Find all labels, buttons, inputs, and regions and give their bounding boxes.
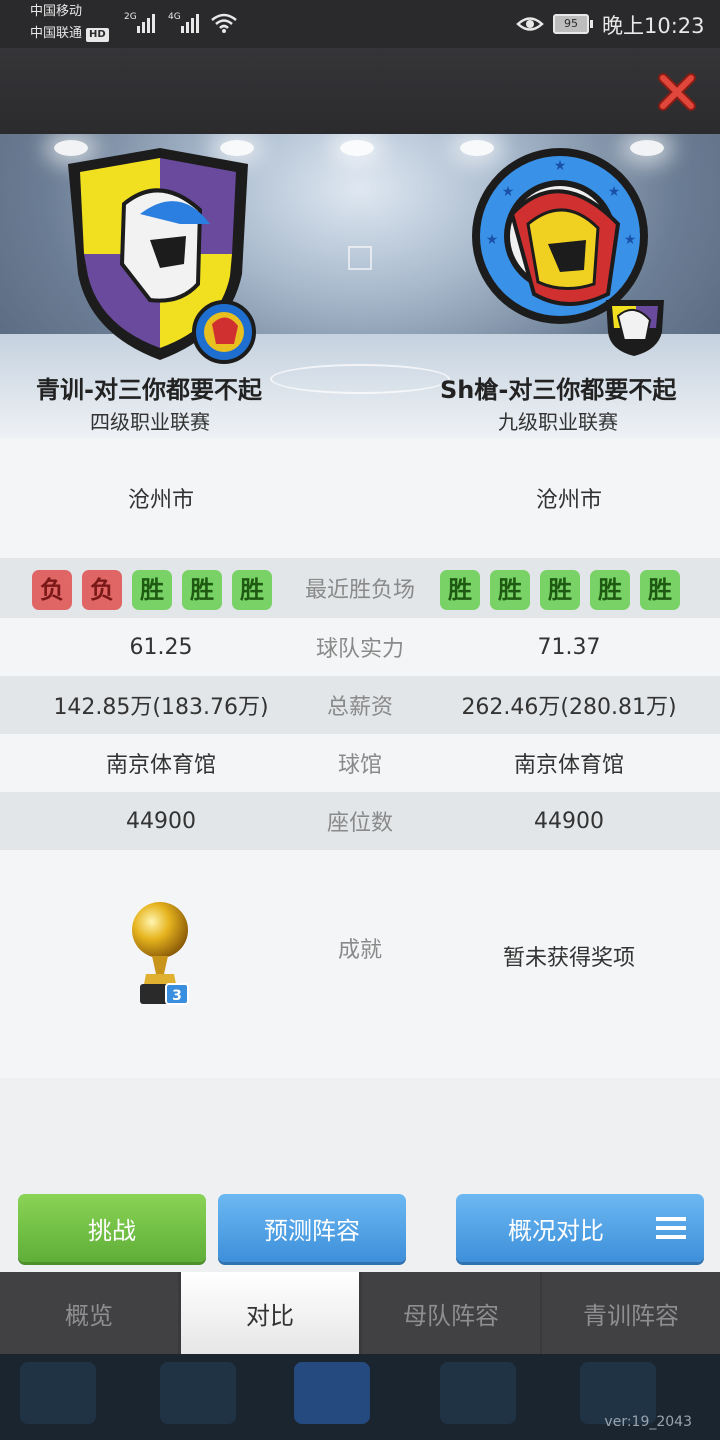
right-arena: 南京体育馆 — [513, 753, 624, 778]
city-row: 沧州市 沧州市 — [0, 438, 720, 558]
left-city: 沧州市 — [127, 488, 194, 513]
left-result-badge: 胜 — [232, 570, 272, 610]
close-icon[interactable] — [655, 70, 699, 114]
bottom-nav: ver:19_2043 — [0, 1354, 720, 1440]
overview-compare-button[interactable]: 概况对比 — [456, 1194, 704, 1262]
right-team-logo-icon: ★ ★ ★ ★ ★ — [472, 148, 664, 356]
achievement-row: 成就 暂未获得奖项 — [0, 850, 720, 1078]
nav-icon[interactable] — [20, 1362, 96, 1424]
right-result-badge: 胜 — [440, 570, 480, 610]
clock: 晚上10:23 — [602, 14, 705, 38]
status-bar: 中国移动 中国联通 HD 2G 4G 95 晚上10:23 — [0, 0, 720, 48]
left-arena: 南京体育馆 — [105, 753, 216, 778]
right-achievement: 暂未获得奖项 — [502, 946, 635, 971]
svg-text:★: ★ — [608, 184, 621, 200]
nav-icon[interactable] — [294, 1362, 370, 1424]
trophy-icon[interactable]: 3 — [128, 898, 192, 1008]
nav-icon[interactable] — [160, 1362, 236, 1424]
left-result-badge: 胜 — [132, 570, 172, 610]
left-strength: 61.25 — [129, 634, 193, 660]
right-city: 沧州市 — [535, 488, 602, 513]
trophy-count: 3 — [172, 988, 182, 1004]
left-result-badge: 胜 — [182, 570, 222, 610]
right-result-badge: 胜 — [540, 570, 580, 610]
left-salary: 142.85万(183.76万) — [53, 695, 269, 720]
team-banner: ★ ★ ★ ★ ★ 青训-对三你都要不起 四级职业联赛 Sh槍-对三你都要不起 … — [0, 134, 720, 438]
svg-text:★: ★ — [486, 232, 499, 248]
achievement-label: 成就 — [337, 938, 382, 963]
right-team-league: 九级职业联赛 — [498, 410, 618, 434]
eye-icon — [516, 17, 544, 31]
right-result-badge: 胜 — [640, 570, 680, 610]
version-label: ver:19_2043 — [604, 1414, 692, 1430]
challenge-button[interactable]: 挑战 — [18, 1194, 206, 1262]
network-2g-label: 2G — [124, 12, 137, 22]
overview-compare-label: 概况对比 — [508, 1216, 604, 1245]
arena-light — [340, 140, 374, 156]
battery-tip — [590, 20, 593, 28]
seats-label: 座位数 — [326, 811, 393, 836]
signal-icon-2 — [181, 14, 199, 33]
carrier-2: 中国联通 HD — [30, 24, 109, 44]
recent-results-label: 最近胜负场 — [304, 578, 415, 603]
left-result-badge: 负 — [82, 570, 122, 610]
right-seats: 44900 — [534, 808, 604, 834]
strength-row: 61.25 球队实力 71.37 — [0, 618, 720, 676]
svg-text:★: ★ — [624, 232, 637, 248]
right-team-name: Sh槍-对三你都要不起 — [440, 376, 677, 404]
hd-badge: HD — [86, 28, 109, 42]
right-result-badge: 胜 — [490, 570, 530, 610]
arena-label: 球馆 — [337, 753, 382, 778]
right-salary: 262.46万(280.81万) — [461, 695, 677, 720]
left-seats: 44900 — [126, 808, 196, 834]
svg-text:★: ★ — [554, 158, 567, 174]
nav-icon[interactable] — [440, 1362, 516, 1424]
arena-row: 南京体育馆 球馆 南京体育馆 — [0, 734, 720, 792]
dialog-header — [0, 48, 720, 134]
tab-youth-roster[interactable]: 青训阵容 — [542, 1272, 720, 1354]
network-4g-label: 4G — [168, 12, 181, 22]
comparison-panel: 沧州市 沧州市 负 负 胜 胜 胜 最近胜负场 胜 胜 胜 胜 胜 61.25 … — [0, 438, 720, 1272]
wifi-icon — [211, 13, 237, 33]
recent-results-row: 负 负 胜 胜 胜 最近胜负场 胜 胜 胜 胜 胜 — [0, 558, 720, 618]
predict-lineup-button[interactable]: 预测阵容 — [218, 1194, 406, 1262]
tab-bar: 概览 对比 母队阵容 青训阵容 — [0, 1272, 720, 1354]
left-result-badge: 负 — [32, 570, 72, 610]
carrier-1: 中国移动 — [30, 4, 83, 19]
left-team-league: 四级职业联赛 — [90, 410, 210, 434]
left-team-logo-icon — [68, 148, 256, 364]
salary-row: 142.85万(183.76万) 总薪资 262.46万(280.81万) — [0, 676, 720, 734]
salary-label: 总薪资 — [326, 695, 393, 720]
left-team-name: 青训-对三你都要不起 — [36, 376, 262, 404]
battery-indicator: 95 — [553, 14, 589, 34]
tab-parent-roster[interactable]: 母队阵容 — [362, 1272, 540, 1354]
signal-icon — [137, 14, 155, 33]
tab-compare[interactable]: 对比 — [181, 1272, 359, 1354]
right-strength: 71.37 — [537, 634, 601, 660]
strength-label: 球队实力 — [315, 637, 404, 662]
svg-text:★: ★ — [502, 184, 515, 200]
app-root: 中国移动 中国联通 HD 2G 4G 95 晚上10:23 ★ ★ ★ ★ ★ … — [0, 0, 720, 1440]
carrier-2-label: 中国联通 — [30, 26, 83, 41]
tab-overview[interactable]: 概览 — [0, 1272, 178, 1354]
menu-icon — [656, 1217, 686, 1239]
right-result-badge: 胜 — [590, 570, 630, 610]
seats-row: 44900 座位数 44900 — [0, 792, 720, 850]
court-circle — [270, 364, 450, 394]
basketball-hoop — [348, 246, 372, 270]
